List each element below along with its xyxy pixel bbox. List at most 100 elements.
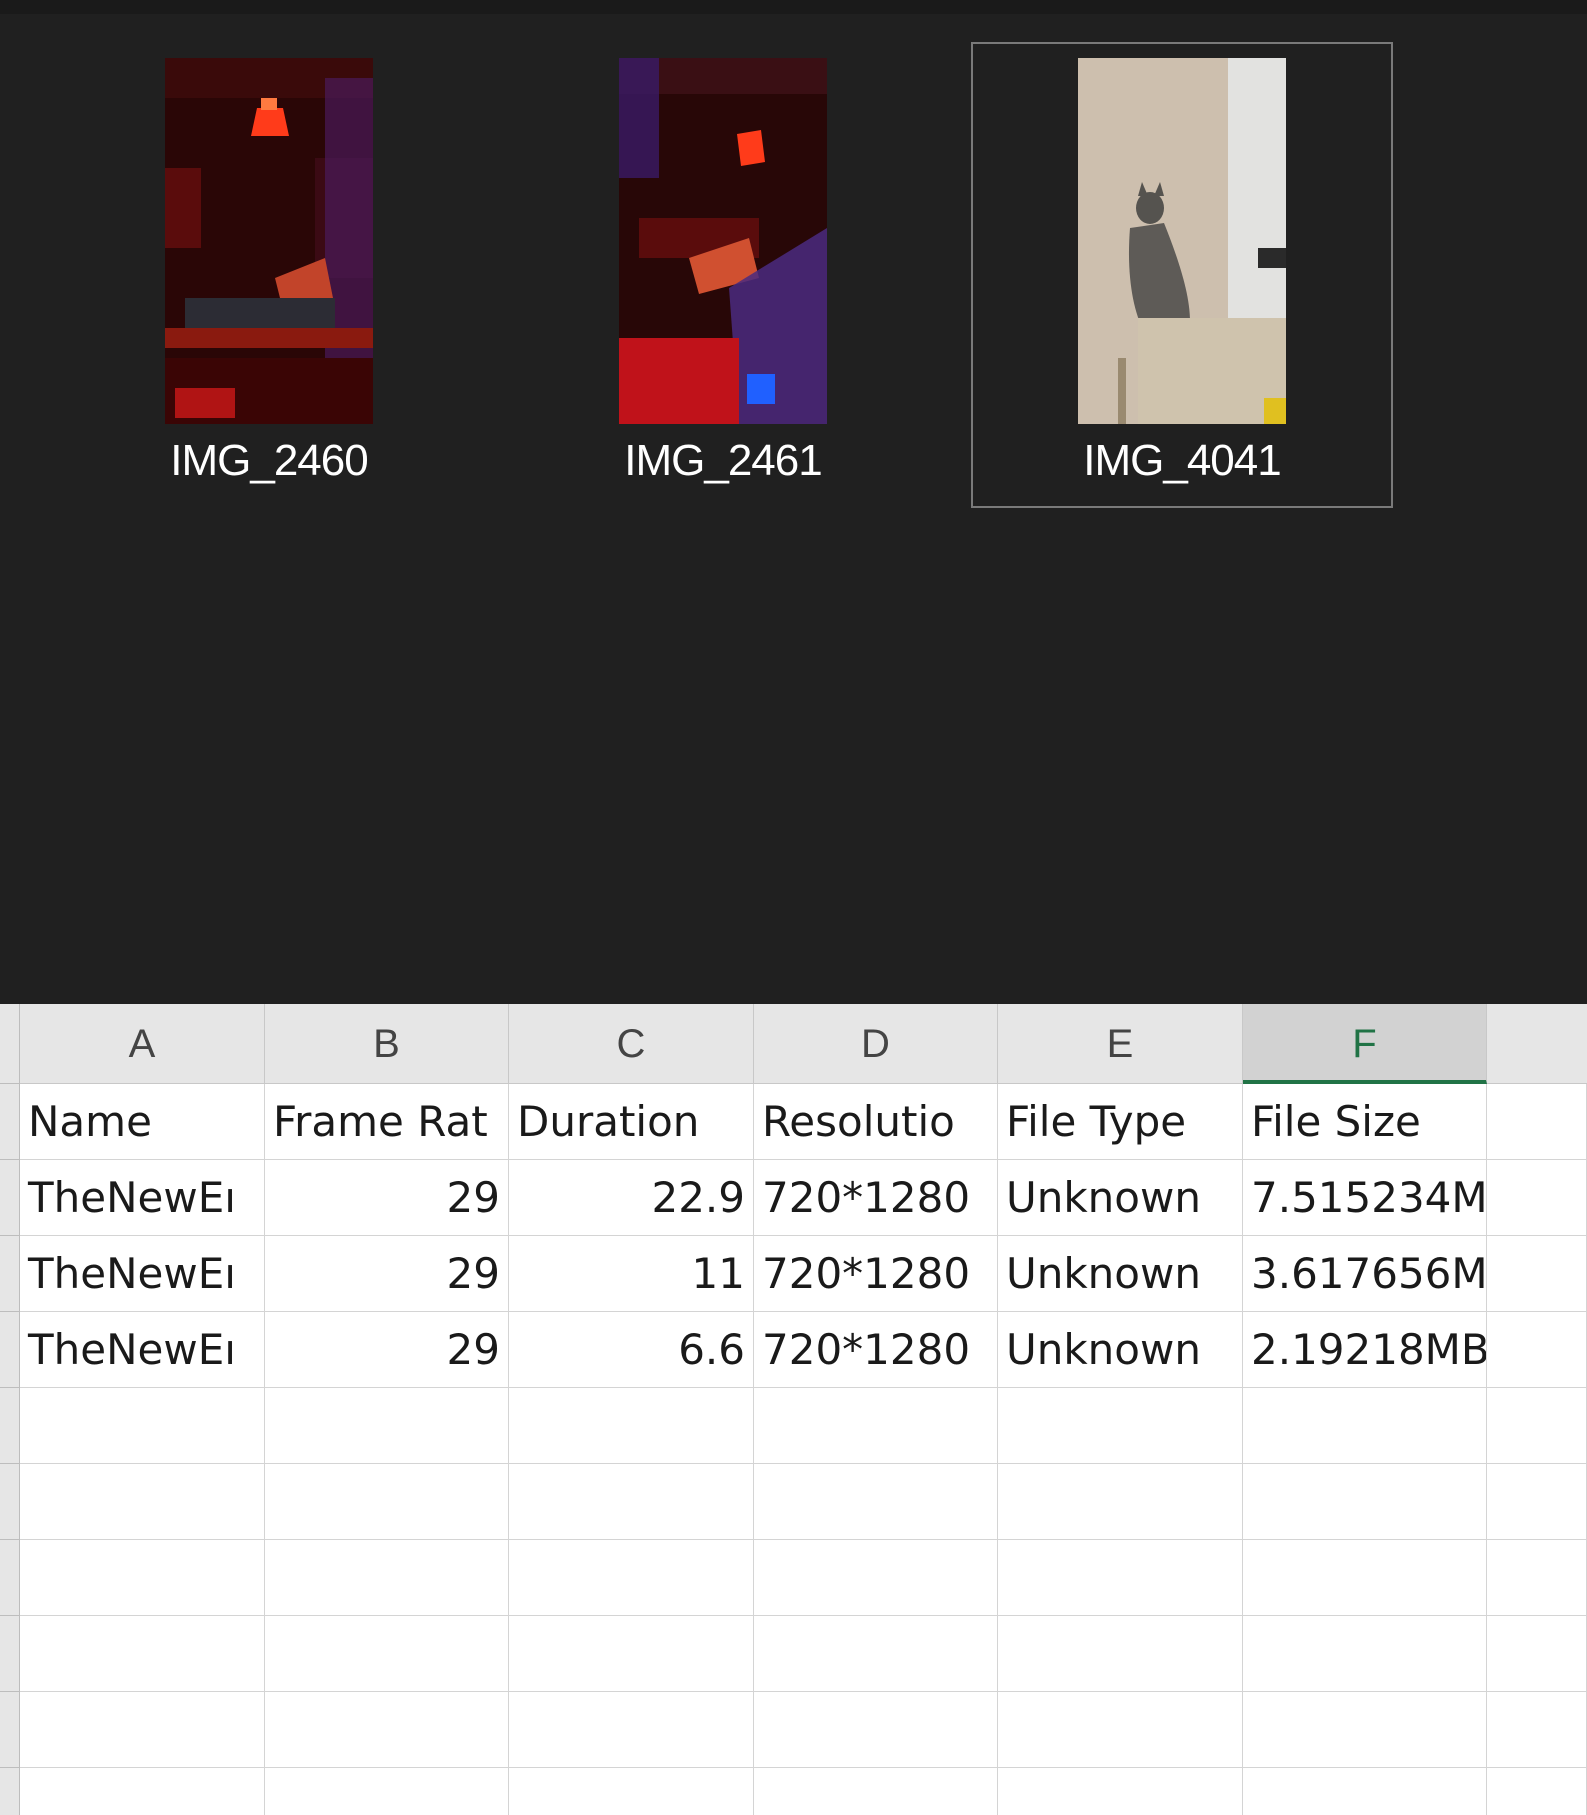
file-name-label: IMG_4041 bbox=[1083, 436, 1281, 485]
cell-f3[interactable]: 3.617656MB bbox=[1243, 1236, 1487, 1312]
cell-g2[interactable] bbox=[1487, 1160, 1587, 1236]
cell-e10[interactable] bbox=[998, 1768, 1243, 1815]
cell-e4[interactable]: Unknown bbox=[998, 1312, 1243, 1388]
row-header-3[interactable] bbox=[0, 1236, 20, 1312]
cell-f10[interactable] bbox=[1243, 1768, 1487, 1815]
row-header-5[interactable] bbox=[0, 1388, 20, 1464]
cell-a9[interactable] bbox=[20, 1692, 265, 1768]
video-thumbnail bbox=[165, 58, 373, 424]
cell-a6[interactable] bbox=[20, 1464, 265, 1540]
cell-c2[interactable]: 22.9 bbox=[509, 1160, 754, 1236]
cell-g6[interactable] bbox=[1487, 1464, 1587, 1540]
column-header-b[interactable]: B bbox=[265, 1004, 509, 1084]
cell-a2[interactable]: TheNewEı bbox=[20, 1160, 265, 1236]
cell-b7[interactable] bbox=[265, 1540, 509, 1616]
cell-d7[interactable] bbox=[754, 1540, 998, 1616]
cell-b8[interactable] bbox=[265, 1616, 509, 1692]
cell-g10[interactable] bbox=[1487, 1768, 1587, 1815]
row-header-1[interactable] bbox=[0, 1084, 20, 1160]
cell-b5[interactable] bbox=[265, 1388, 509, 1464]
column-header-f[interactable]: F bbox=[1243, 1004, 1487, 1084]
cell-c5[interactable] bbox=[509, 1388, 754, 1464]
cell-e8[interactable] bbox=[998, 1616, 1243, 1692]
cell-b6[interactable] bbox=[265, 1464, 509, 1540]
cell-f9[interactable] bbox=[1243, 1692, 1487, 1768]
cell-a5[interactable] bbox=[20, 1388, 265, 1464]
cell-e7[interactable] bbox=[998, 1540, 1243, 1616]
row-header-6[interactable] bbox=[0, 1464, 20, 1540]
column-header-d[interactable]: D bbox=[754, 1004, 998, 1084]
file-name-label: IMG_2460 bbox=[170, 436, 368, 485]
cell-d3[interactable]: 720*1280 bbox=[754, 1236, 998, 1312]
cell-c10[interactable] bbox=[509, 1768, 754, 1815]
cell-d8[interactable] bbox=[754, 1616, 998, 1692]
cell-d1[interactable]: Resolutio bbox=[754, 1084, 998, 1160]
cell-a8[interactable] bbox=[20, 1616, 265, 1692]
cell-f2[interactable]: 7.515234MB bbox=[1243, 1160, 1487, 1236]
cell-e9[interactable] bbox=[998, 1692, 1243, 1768]
cell-e1[interactable]: File Type bbox=[998, 1084, 1243, 1160]
cell-g3[interactable] bbox=[1487, 1236, 1587, 1312]
cell-c3[interactable]: 11 bbox=[509, 1236, 754, 1312]
cell-a10[interactable] bbox=[20, 1768, 265, 1815]
cell-f7[interactable] bbox=[1243, 1540, 1487, 1616]
cell-d4[interactable]: 720*1280 bbox=[754, 1312, 998, 1388]
column-header-g[interactable] bbox=[1487, 1004, 1587, 1084]
row-header-8[interactable] bbox=[0, 1616, 20, 1692]
cell-e3[interactable]: Unknown bbox=[998, 1236, 1243, 1312]
video-thumbnail bbox=[619, 58, 827, 424]
cell-c9[interactable] bbox=[509, 1692, 754, 1768]
cell-g7[interactable] bbox=[1487, 1540, 1587, 1616]
cell-g1[interactable] bbox=[1487, 1084, 1587, 1160]
column-header-a[interactable]: A bbox=[20, 1004, 265, 1084]
file-explorer-view: IMG_2460 IMG_2461 IMG_4041 bbox=[0, 0, 1587, 1004]
column-header-c[interactable]: C bbox=[509, 1004, 754, 1084]
cell-b3[interactable]: 29 bbox=[265, 1236, 509, 1312]
cell-f4[interactable]: 2.19218MB bbox=[1243, 1312, 1487, 1388]
cell-a7[interactable] bbox=[20, 1540, 265, 1616]
cell-d10[interactable] bbox=[754, 1768, 998, 1815]
select-all-corner[interactable] bbox=[0, 1004, 20, 1084]
row-header-2[interactable] bbox=[0, 1160, 20, 1236]
cell-d2[interactable]: 720*1280 bbox=[754, 1160, 998, 1236]
file-tile-img-4041[interactable]: IMG_4041 bbox=[971, 42, 1393, 508]
cell-a4[interactable]: TheNewEı bbox=[20, 1312, 265, 1388]
cell-e6[interactable] bbox=[998, 1464, 1243, 1540]
cell-d9[interactable] bbox=[754, 1692, 998, 1768]
cell-b4[interactable]: 29 bbox=[265, 1312, 509, 1388]
cell-c8[interactable] bbox=[509, 1616, 754, 1692]
cell-a1[interactable]: Name bbox=[20, 1084, 265, 1160]
cell-g4[interactable] bbox=[1487, 1312, 1587, 1388]
cell-b1[interactable]: Frame Rat bbox=[265, 1084, 509, 1160]
file-name-label: IMG_2461 bbox=[624, 436, 822, 485]
row-header-column bbox=[0, 1004, 20, 1815]
cell-f5[interactable] bbox=[1243, 1388, 1487, 1464]
cell-a3[interactable]: TheNewEı bbox=[20, 1236, 265, 1312]
cell-f1[interactable]: File Size bbox=[1243, 1084, 1487, 1160]
cell-d5[interactable] bbox=[754, 1388, 998, 1464]
row-header-7[interactable] bbox=[0, 1540, 20, 1616]
row-header-10[interactable] bbox=[0, 1768, 20, 1815]
column-header-row: A B C D E F bbox=[20, 1004, 1587, 1084]
cell-c7[interactable] bbox=[509, 1540, 754, 1616]
cell-c1[interactable]: Duration bbox=[509, 1084, 754, 1160]
cell-b2[interactable]: 29 bbox=[265, 1160, 509, 1236]
cell-b9[interactable] bbox=[265, 1692, 509, 1768]
row-header-4[interactable] bbox=[0, 1312, 20, 1388]
file-tile-img-2461[interactable]: IMG_2461 bbox=[512, 42, 934, 508]
column-header-e[interactable]: E bbox=[998, 1004, 1243, 1084]
cell-e5[interactable] bbox=[998, 1388, 1243, 1464]
explorer-top-strip bbox=[0, 0, 1587, 14]
cell-g8[interactable] bbox=[1487, 1616, 1587, 1692]
cell-g5[interactable] bbox=[1487, 1388, 1587, 1464]
cell-c4[interactable]: 6.6 bbox=[509, 1312, 754, 1388]
file-tile-img-2460[interactable]: IMG_2460 bbox=[58, 42, 480, 508]
cell-e2[interactable]: Unknown bbox=[998, 1160, 1243, 1236]
cell-d6[interactable] bbox=[754, 1464, 998, 1540]
row-header-9[interactable] bbox=[0, 1692, 20, 1768]
cell-g9[interactable] bbox=[1487, 1692, 1587, 1768]
cell-b10[interactable] bbox=[265, 1768, 509, 1815]
cell-f8[interactable] bbox=[1243, 1616, 1487, 1692]
cell-f6[interactable] bbox=[1243, 1464, 1487, 1540]
cell-c6[interactable] bbox=[509, 1464, 754, 1540]
